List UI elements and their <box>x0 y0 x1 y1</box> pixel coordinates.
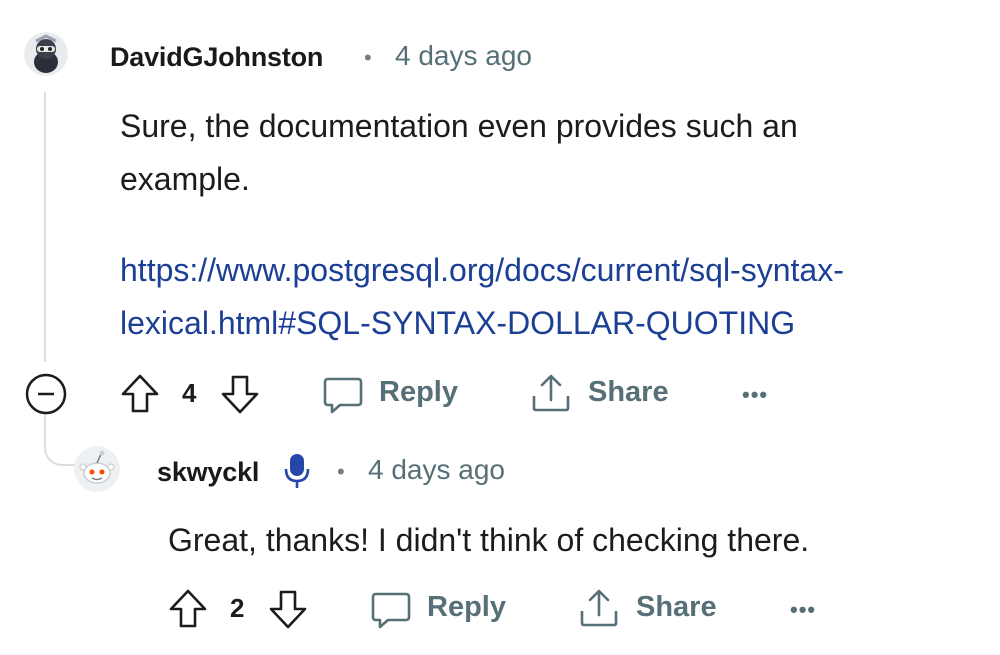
upvote-arrow-icon[interactable] <box>120 373 160 415</box>
vote-count: 2 <box>230 593 245 623</box>
more-options-button[interactable]: ••• <box>790 597 816 623</box>
share-upload-icon <box>580 589 618 627</box>
vote-count: 4 <box>182 378 197 408</box>
speech-bubble-icon <box>323 377 363 414</box>
comment-link-line[interactable]: lexical.html#SQL-SYNTAX-DOLLAR-QUOTING <box>120 297 795 350</box>
comment-body-line: Great, thanks! I didn't think of checkin… <box>168 522 810 558</box>
meta-separator: • <box>337 459 345 484</box>
comment-link-line[interactable]: https://www.postgresql.org/docs/current/… <box>120 244 844 297</box>
reply-label: Reply <box>427 591 506 623</box>
more-options-button[interactable]: ••• <box>742 382 768 408</box>
thread-line <box>44 92 46 362</box>
downvote-arrow-icon[interactable] <box>220 373 260 415</box>
thread-branch-line <box>44 412 76 466</box>
collapse-minus-icon[interactable] <box>24 372 68 416</box>
meta-separator: • <box>364 45 372 70</box>
share-label: Share <box>588 376 669 408</box>
avatar[interactable] <box>24 32 68 76</box>
avatar-image <box>24 32 68 76</box>
comment-username[interactable]: DavidGJohnston <box>110 42 323 73</box>
avatar[interactable] <box>74 446 120 492</box>
comment-body-line: example. <box>120 161 250 197</box>
speech-bubble-icon <box>371 592 411 629</box>
comment-timestamp[interactable]: 4 days ago <box>368 454 505 486</box>
upvote-arrow-icon[interactable] <box>168 588 208 630</box>
microphone-icon <box>284 454 310 488</box>
avatar-image <box>74 446 120 492</box>
share-label: Share <box>636 591 717 623</box>
reply-label: Reply <box>379 376 458 408</box>
comment-timestamp[interactable]: 4 days ago <box>395 40 532 72</box>
comment-username[interactable]: skwyckl <box>157 457 259 488</box>
share-upload-icon <box>532 374 570 412</box>
downvote-arrow-icon[interactable] <box>268 588 308 630</box>
comment-body-line: Sure, the documentation even provides su… <box>120 108 798 144</box>
